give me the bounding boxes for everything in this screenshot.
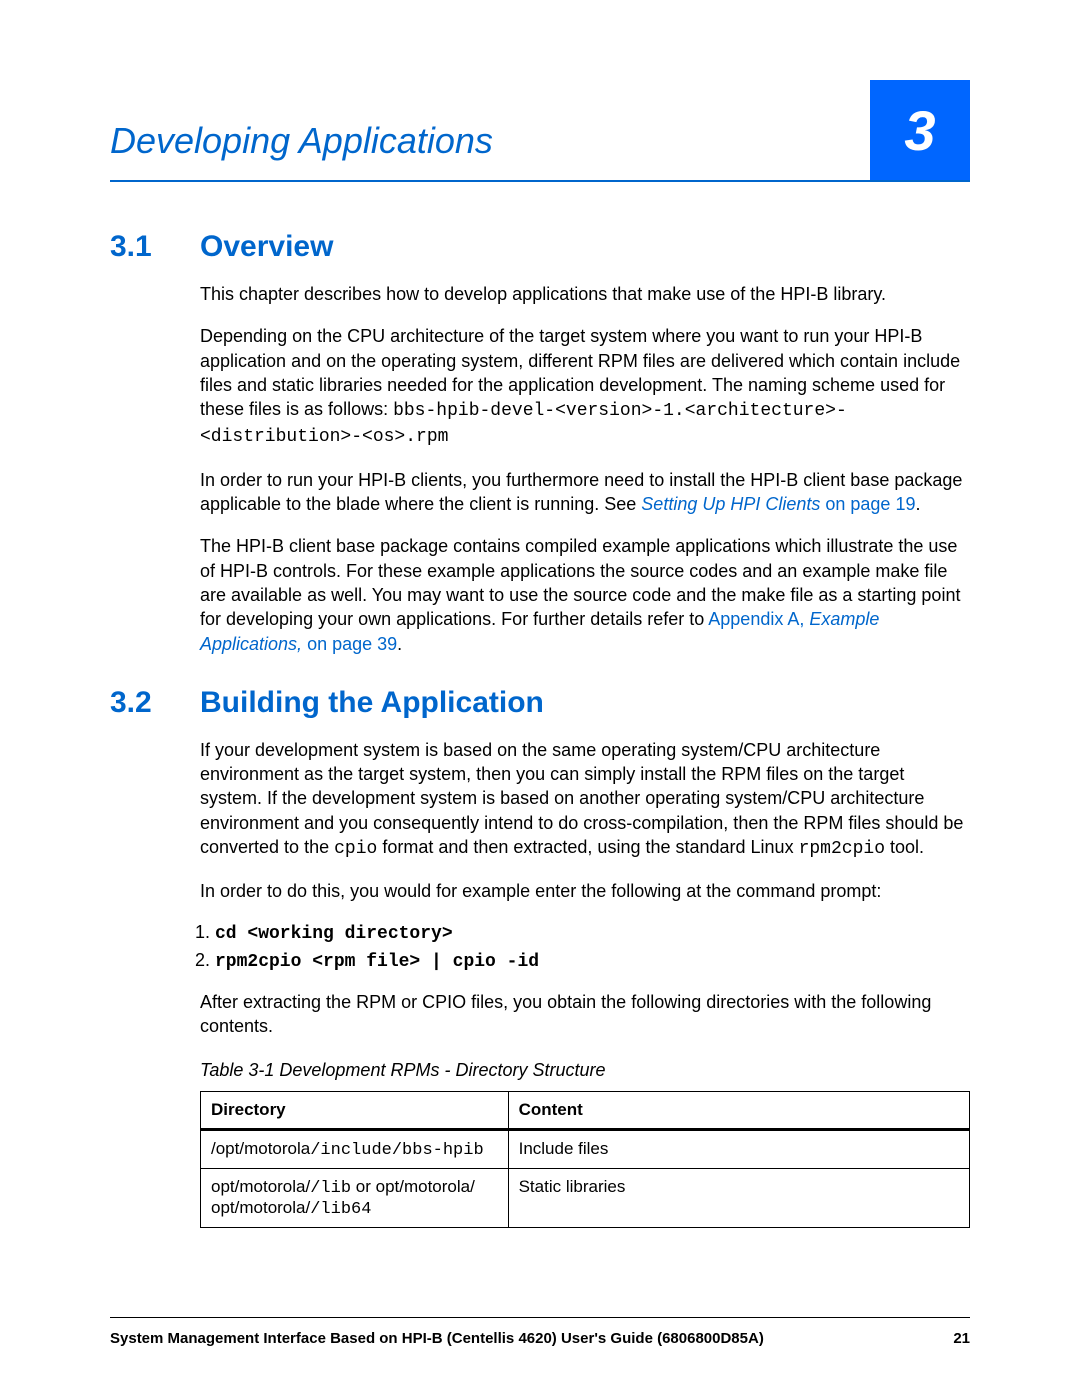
text: format and then extracted, using the sta… [377,837,798,857]
paragraph: In order to do this, you would for examp… [110,879,970,903]
text: or opt/motorola/ [351,1177,475,1196]
section-title: Overview [200,230,333,264]
page-number: 21 [953,1330,970,1347]
code-inline: /lib [310,1179,351,1198]
table-header-row: Directory Content [201,1092,970,1130]
section-number: 3.2 [110,686,170,720]
paragraph: This chapter describes how to develop ap… [110,282,970,306]
section-title: Building the Application [200,686,544,720]
command-text: cd <working directory> [215,924,453,944]
section-heading-overview: 3.1 Overview [110,230,970,264]
chapter-title: Developing Applications [110,120,493,180]
table-row: /opt/motorola/include/bbs-hpib Include f… [201,1130,970,1169]
list-item: cd <working directory> [215,922,970,944]
code-inline: cpio [334,839,377,859]
paragraph: In order to run your HPI-B clients, you … [110,468,970,517]
chapter-number: 3 [904,98,935,163]
col-header-directory: Directory [201,1092,509,1130]
code-inline: rpm2cpio [799,839,885,859]
paragraph: The HPI-B client base package contains c… [110,534,970,655]
paragraph: After extracting the RPM or CPIO files, … [110,990,970,1039]
link-appendix[interactable]: Appendix A, [708,609,809,629]
cell-directory: opt/motorola//lib or opt/motorola/ opt/m… [201,1169,509,1228]
command-text: rpm2cpio <rpm file> | cpio -id [215,952,539,972]
link-page-ref[interactable]: on page 19 [820,494,915,514]
chapter-number-box: 3 [870,80,970,180]
text: tool. [885,837,924,857]
chapter-header: Developing Applications 3 [110,80,970,182]
cell-content: Include files [508,1130,969,1169]
command-steps: cd <working directory> rpm2cpio <rpm fil… [110,922,970,972]
page-footer: System Management Interface Based on HPI… [110,1317,970,1347]
code-inline: /include/bbs-hpib [310,1141,483,1160]
text: . [915,494,920,514]
footer-text: System Management Interface Based on HPI… [110,1330,764,1347]
text: . [397,634,402,654]
link-cross-ref[interactable]: Setting Up HPI Clients [641,494,820,514]
page: Developing Applications 3 3.1 Overview T… [0,0,1080,1397]
text: opt/motorola/ [211,1177,310,1196]
paragraph: If your development system is based on t… [110,738,970,861]
col-header-content: Content [508,1092,969,1130]
list-item: rpm2cpio <rpm file> | cpio -id [215,950,970,972]
section-number: 3.1 [110,230,170,264]
text: /opt/motorola [211,1139,310,1158]
text: opt/motorola/ [211,1198,310,1217]
section-heading-building: 3.2 Building the Application [110,686,970,720]
table-caption: Table 3-1 Development RPMs - Directory S… [110,1060,970,1081]
cell-content: Static libraries [508,1169,969,1228]
directory-table: Directory Content /opt/motorola/include/… [200,1091,970,1228]
code-inline: /lib64 [310,1200,371,1219]
cell-directory: /opt/motorola/include/bbs-hpib [201,1130,509,1169]
link-page-ref[interactable]: on page 39 [302,634,397,654]
table-row: opt/motorola//lib or opt/motorola/ opt/m… [201,1169,970,1228]
paragraph: Depending on the CPU architecture of the… [110,324,970,449]
